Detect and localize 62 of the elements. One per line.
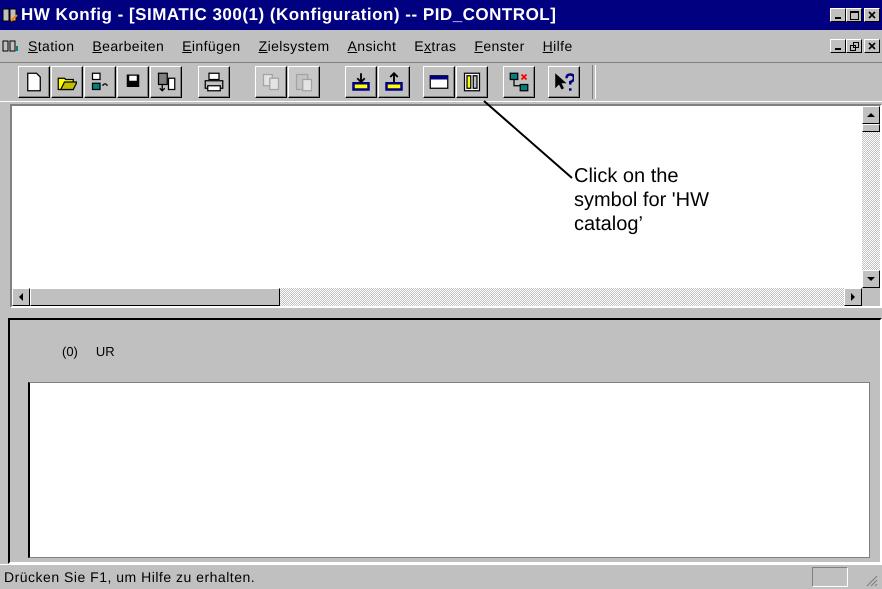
network-button[interactable]: [503, 66, 535, 98]
menu-item[interactable]: Bearbeiten: [84, 38, 172, 54]
annotation-text: Click on the symbol for 'HW catalog’: [574, 164, 710, 236]
menu-item[interactable]: Zielsystem: [250, 38, 338, 54]
resize-grip-icon[interactable]: [866, 575, 878, 587]
close-button[interactable]: [864, 39, 880, 53]
scroll-right-button[interactable]: [844, 288, 862, 306]
network-icon: [509, 72, 529, 92]
close-icon: [868, 11, 876, 19]
close-button[interactable]: [864, 8, 880, 22]
help-icon: [554, 72, 574, 92]
help-button[interactable]: [548, 66, 580, 98]
window-button[interactable]: [423, 66, 455, 98]
scroll-down-button[interactable]: [862, 270, 880, 288]
minimize-button[interactable]: [830, 8, 846, 22]
module-button[interactable]: [150, 66, 182, 98]
vertical-scrollbar[interactable]: [862, 106, 880, 288]
menu-item[interactable]: Ansicht: [340, 38, 404, 54]
window-title: HW Konfig - [SIMATIC 300(1) (Konfiguration) -- PID_CONTROL]: [21, 5, 558, 25]
minimize-button[interactable]: [830, 39, 846, 53]
printer-button[interactable]: [198, 66, 230, 98]
arrow-left-icon: [17, 293, 25, 301]
status-text: Drücken Sie F1, um Hilfe zu erhalten.: [4, 569, 256, 585]
arrow-up-icon: [867, 111, 875, 119]
horizontal-scrollbar[interactable]: [12, 288, 862, 306]
menu-item[interactable]: Hilfe: [534, 38, 581, 54]
download-button[interactable]: [345, 66, 377, 98]
scroll-left-button[interactable]: [12, 288, 30, 306]
maximize-button[interactable]: [846, 8, 862, 22]
folder-button[interactable]: [51, 66, 83, 98]
status-pane: [812, 567, 848, 587]
catalog-button[interactable]: [456, 66, 488, 98]
menu-item[interactable]: Fenster: [466, 38, 533, 54]
arrow-down-icon: [867, 275, 875, 283]
menu-item[interactable]: Einfügen: [174, 38, 249, 54]
new-document-button[interactable]: [18, 66, 50, 98]
menu-item[interactable]: Station: [20, 38, 82, 54]
new-document-icon: [24, 72, 44, 92]
scroll-up-button[interactable]: [862, 106, 880, 124]
paste-icon: [294, 72, 314, 92]
upload-icon: [384, 72, 404, 92]
rack-name: UR: [96, 344, 115, 361]
copy-icon: [261, 72, 281, 92]
station-icon: [90, 72, 110, 92]
restore-button[interactable]: [846, 39, 862, 53]
catalog-icon: [462, 72, 482, 92]
upload-button[interactable]: [378, 66, 410, 98]
restore-icon: [850, 42, 858, 50]
menu-item[interactable]: Extras: [406, 38, 464, 54]
scroll-thumb[interactable]: [862, 124, 880, 132]
station-button[interactable]: [84, 66, 116, 98]
arrow-right-icon: [849, 293, 857, 301]
save-button[interactable]: [117, 66, 149, 98]
close-icon: [868, 42, 876, 50]
rack-number: (0): [62, 344, 78, 361]
download-icon: [351, 72, 371, 92]
maximize-icon: [850, 10, 858, 20]
app-icon: [2, 7, 18, 23]
printer-icon: [204, 72, 224, 92]
scroll-thumb[interactable]: [30, 288, 280, 306]
window-icon: [429, 72, 449, 92]
module-icon: [156, 72, 176, 92]
